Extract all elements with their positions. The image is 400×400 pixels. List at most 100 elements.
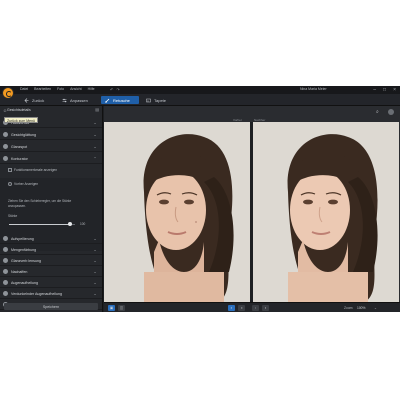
sliders-icon bbox=[62, 98, 67, 102]
toolbar: Zurück Anpassen Retusche Tapete bbox=[0, 94, 400, 106]
adjust-label: Anpassen bbox=[70, 97, 88, 103]
bottom-bar: ▣ ◫ ◐ ◑ ▫ ▪ Zoom: 100% ⌄ bbox=[104, 302, 400, 312]
accordion-lower-5[interactable]: Verdunkelnder Augenaufhellung ⌄ bbox=[0, 289, 102, 299]
chevron-down-icon: ⌄ bbox=[93, 247, 97, 252]
contour-icon bbox=[3, 156, 8, 161]
accordion-lower-4[interactable]: Augenaufhellung ⌄ bbox=[0, 278, 102, 288]
checkbox-label: Funktionsmerkmale anzeigen bbox=[14, 168, 58, 172]
back-arrow-icon bbox=[24, 97, 29, 103]
chevron-down-icon: ⌄ bbox=[93, 269, 97, 274]
panel-header[interactable]: ☺ Gesichtsdetails ▤ bbox=[0, 106, 103, 114]
menu-view[interactable]: Ansicht bbox=[70, 87, 81, 91]
chevron-down-icon: ⌄ bbox=[93, 120, 97, 125]
save-button[interactable]: Speichern bbox=[4, 303, 98, 310]
accordion-lower-3[interactable]: Nachaffen ⌄ bbox=[0, 267, 102, 277]
accordion-lower-0[interactable]: Aufspellierung ⌄ bbox=[0, 234, 102, 244]
strength-label: Stärke bbox=[8, 214, 18, 218]
accordion-label: Nachaffen bbox=[11, 269, 28, 274]
panel-menu-icon[interactable]: ▤ bbox=[95, 107, 99, 112]
accordion-shine-spot[interactable]: Glanzspot ⌄ bbox=[0, 142, 102, 152]
chevron-down-icon: ⌄ bbox=[93, 258, 97, 263]
history-controls: ↶ ↷ bbox=[110, 87, 120, 92]
chevron-down-icon[interactable]: ⌄ bbox=[374, 305, 377, 311]
slider-description: Ziehen Sie den Schieberegler, um die Stä… bbox=[8, 199, 72, 208]
retouch-tab[interactable]: Retusche bbox=[101, 96, 139, 104]
minimize-icon[interactable]: – bbox=[373, 86, 376, 94]
strength-value: 100 bbox=[80, 222, 86, 226]
window-controls: – □ × bbox=[373, 86, 396, 94]
adjust-tab[interactable]: Anpassen bbox=[62, 96, 88, 104]
maximize-icon[interactable]: □ bbox=[383, 86, 386, 94]
title-bar: Datei Bearbeiten Foto Ansicht Hilfe ↶ ↷ … bbox=[0, 86, 400, 94]
eye-icon bbox=[3, 280, 8, 285]
checkbox-box[interactable] bbox=[8, 168, 12, 172]
strength-slider-fill bbox=[9, 224, 70, 225]
compare-split-button[interactable]: ◑ bbox=[238, 305, 245, 311]
menu-photo[interactable]: Foto bbox=[57, 87, 64, 91]
accordion-label: Verdunkelnder Augenaufhellung bbox=[11, 291, 62, 296]
chevron-up-icon: ⌃ bbox=[93, 156, 97, 161]
accordion-label: Glanzspot bbox=[11, 144, 28, 149]
image-icon bbox=[146, 98, 151, 102]
accordion-label: Konturator bbox=[11, 156, 28, 161]
compare-side-button[interactable]: ◐ bbox=[228, 305, 235, 311]
menu-edit[interactable]: Bearbeiten bbox=[34, 87, 51, 91]
menu-file[interactable]: Datei bbox=[20, 87, 28, 91]
app-logo[interactable] bbox=[2, 87, 14, 99]
left-panel: ☺ Gesichtsdetails ▤ Zurück zum Menü Haut… bbox=[0, 106, 103, 312]
strength-slider-thumb[interactable] bbox=[67, 222, 72, 226]
undo-icon[interactable]: ↶ bbox=[110, 87, 113, 92]
accordion-label: Gesichtglättung bbox=[11, 132, 36, 137]
accordion-face-smoothing[interactable]: Gesichtglättung ⌄ bbox=[0, 130, 102, 140]
accordion-lower-1[interactable]: Mengenfärbung ⌄ bbox=[0, 245, 102, 255]
show-before-toggle[interactable]: Vorher Anzeigen bbox=[8, 182, 38, 186]
fit-button[interactable]: ▫ bbox=[252, 305, 259, 311]
after-photo[interactable] bbox=[253, 122, 399, 302]
portrait-after-image bbox=[253, 122, 399, 302]
search-icon[interactable]: ⌕ bbox=[376, 109, 382, 115]
zoom-value[interactable]: 100% bbox=[357, 305, 365, 311]
dark-circles-icon bbox=[3, 291, 8, 296]
canvas-toolbar: ⌕ bbox=[104, 106, 400, 118]
show-features-checkbox[interactable]: Funktionsmerkmale anzeigen bbox=[8, 168, 57, 172]
panel-header-label: Gesichtsdetails bbox=[7, 108, 31, 112]
gloss-icon bbox=[3, 258, 8, 263]
view-icon[interactable] bbox=[388, 109, 394, 115]
wallpaper-label: Tapete bbox=[154, 97, 167, 103]
fullscreen-button[interactable]: ▪ bbox=[262, 305, 269, 311]
retouch-label: Retusche bbox=[113, 97, 130, 103]
face-icon: ☺ bbox=[3, 108, 8, 113]
close-icon[interactable]: × bbox=[393, 86, 396, 94]
smoothing-icon bbox=[3, 132, 8, 137]
single-view-button[interactable]: ▣ bbox=[108, 305, 115, 311]
menu-bar: Datei Bearbeiten Foto Ansicht Hilfe bbox=[20, 87, 95, 91]
chevron-down-icon: ⌄ bbox=[93, 291, 97, 296]
menu-help[interactable]: Hilfe bbox=[88, 87, 95, 91]
wallpaper-tab[interactable]: Tapete bbox=[146, 96, 166, 104]
show-before-label: Vorher Anzeigen bbox=[14, 182, 39, 186]
accordion-label: Mengenfärbung bbox=[11, 247, 37, 252]
accordion-label: Augenaufhellung bbox=[11, 280, 38, 285]
tooltip: Zurück zum Menü bbox=[4, 117, 38, 123]
retouch-icon bbox=[3, 269, 8, 274]
toggle-icon[interactable] bbox=[8, 182, 12, 186]
portrait-before-image bbox=[104, 122, 250, 302]
before-photo[interactable] bbox=[104, 122, 250, 302]
shine-icon bbox=[3, 144, 8, 149]
zoom-label: Zoom: bbox=[344, 306, 354, 310]
accordion-lower-2[interactable]: Glanzverb lensung ⌄ bbox=[0, 256, 102, 266]
redo-icon[interactable]: ↷ bbox=[116, 87, 119, 92]
accordion-label: Glanzverb lensung bbox=[11, 258, 41, 263]
accordion-label: Aufspellierung bbox=[11, 236, 34, 241]
main-area: ⌕ Vorher Nachher ▣ ◫ ◐ ◑ ▫ ▪ Zoom: 100% … bbox=[104, 106, 400, 312]
brush-icon bbox=[105, 98, 110, 103]
user-name[interactable]: Nina Maria Meier bbox=[300, 87, 327, 91]
brighten-icon bbox=[3, 236, 8, 241]
chevron-down-icon: ⌄ bbox=[93, 236, 97, 241]
split-view-button[interactable]: ◫ bbox=[118, 305, 125, 311]
chevron-down-icon: ⌄ bbox=[93, 132, 97, 137]
chevron-down-icon: ⌄ bbox=[93, 144, 97, 149]
back-button[interactable]: Zurück bbox=[24, 96, 44, 104]
accordion-contour[interactable]: Konturator ⌃ bbox=[0, 154, 102, 164]
color-icon bbox=[3, 247, 8, 252]
